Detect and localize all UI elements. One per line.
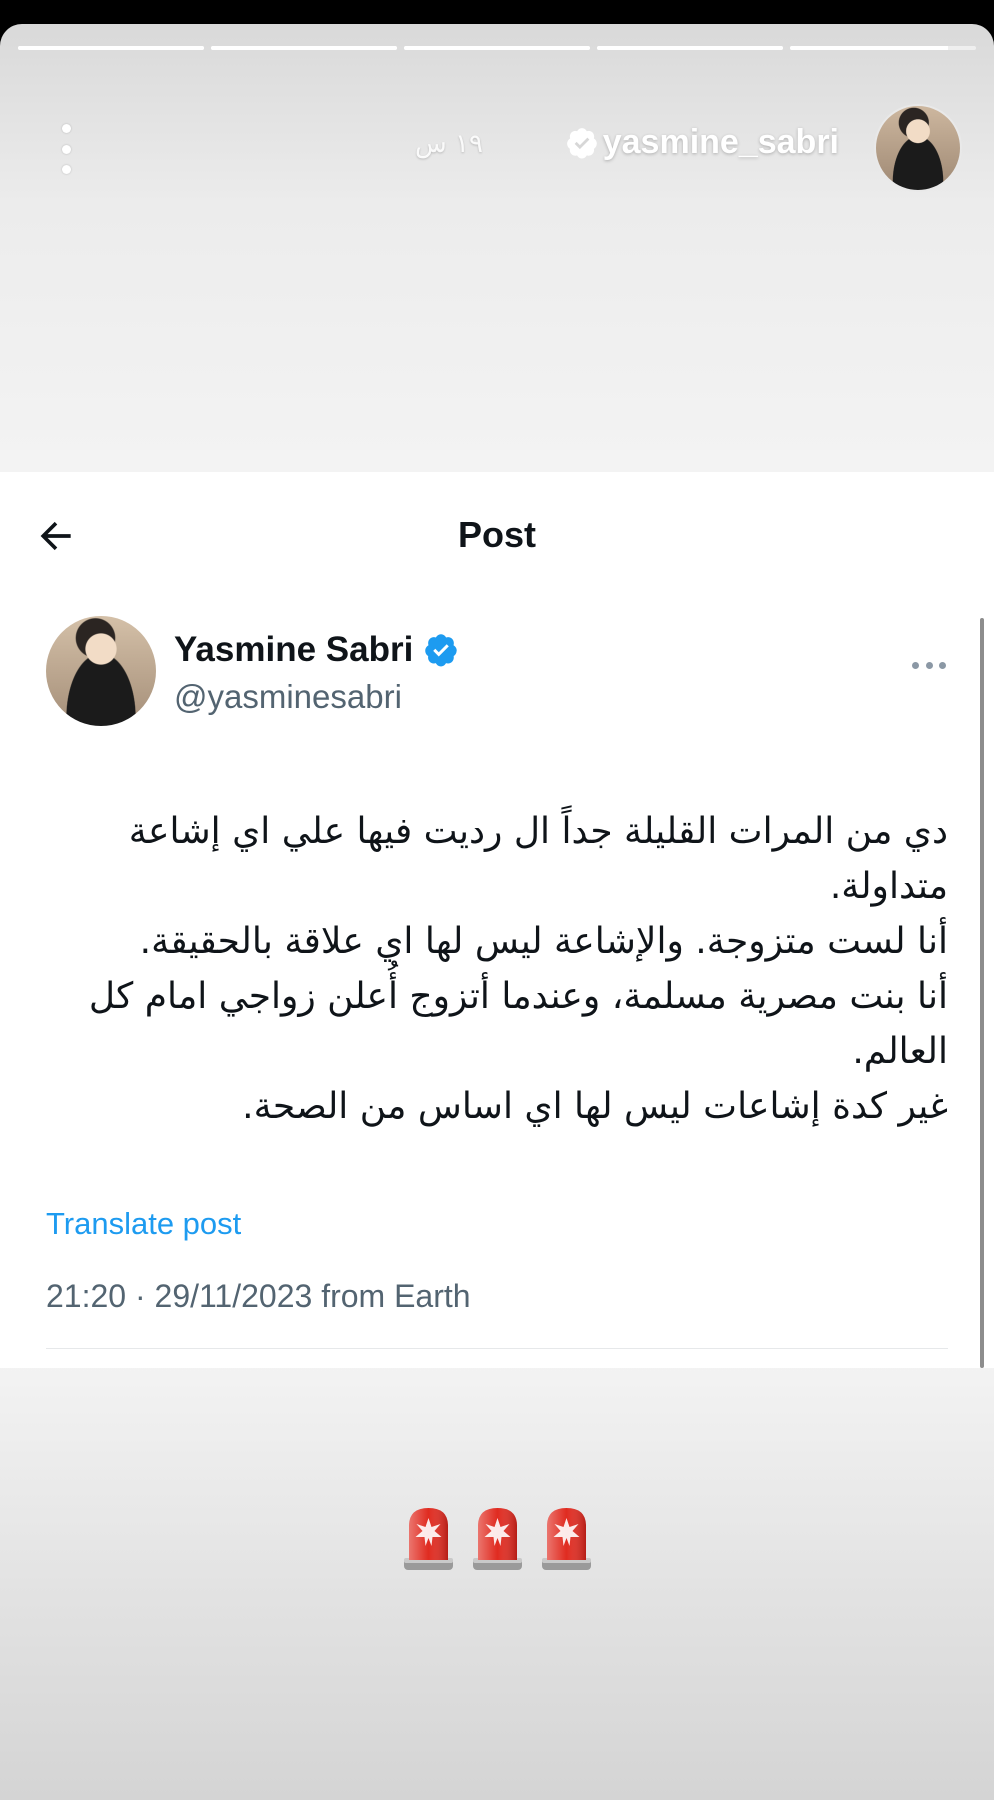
author-handle[interactable]: @yasminesabri: [174, 678, 402, 716]
tweet-line: غير كدة إشاعات ليس لها اي اساس من الصحة.: [242, 1086, 948, 1127]
page-title: Post: [457, 514, 536, 555]
sticker-row: [0, 1504, 994, 1572]
tweet-line: أنا بنت مصرية مسلمة، وعندما أتزوج أُعلن …: [88, 976, 948, 1072]
story-avatar[interactable]: [874, 104, 962, 192]
story-username[interactable]: yasmine_sabri: [565, 123, 839, 162]
story-header: ١٩ س yasmine_sabri: [0, 74, 994, 192]
translate-post-link[interactable]: Translate post: [46, 1206, 241, 1242]
story-timestamp: ١٩ س: [415, 129, 483, 159]
progress-segment: [18, 46, 204, 50]
divider: [46, 1348, 948, 1349]
tweet-timestamp: 21:20 · 29/11/2023 from Earth: [46, 1278, 471, 1314]
tweet-topbar: Post: [0, 472, 994, 592]
author-name[interactable]: Yasmine Sabri: [174, 630, 459, 670]
progress-segment: [597, 46, 783, 50]
story-progress: [18, 46, 976, 50]
verified-badge-icon: [425, 634, 458, 667]
scrollbar: [980, 618, 984, 1368]
progress-segment: [790, 46, 976, 50]
more-options-icon[interactable]: [56, 124, 76, 174]
siren-icon: [472, 1508, 522, 1570]
author-name-text: Yasmine Sabri: [174, 630, 414, 669]
author-avatar[interactable]: [46, 616, 156, 726]
siren-icon: [541, 1508, 591, 1570]
tweet-line: دي من المرات القليلة جداً ال رديت فيها ع…: [128, 811, 948, 907]
story-frame: ١٩ س yasmine_sabri Post Yasmine Sabri @y…: [0, 24, 994, 1800]
story-username-text: yasmine_sabri: [602, 123, 839, 161]
verified-badge-icon: [566, 127, 597, 158]
tweet-line: أنا لست متزوجة. والإشاعة ليس لها اي علاق…: [139, 921, 948, 962]
progress-segment: [211, 46, 397, 50]
siren-icon: [403, 1508, 453, 1570]
tweet-text: دي من المرات القليلة جداً ال رديت فيها ع…: [46, 804, 948, 1134]
progress-segment: [404, 46, 590, 50]
tweet-screenshot: Post Yasmine Sabri @yasminesabri دي من ا…: [0, 472, 994, 1368]
more-options-icon[interactable]: [912, 662, 946, 672]
